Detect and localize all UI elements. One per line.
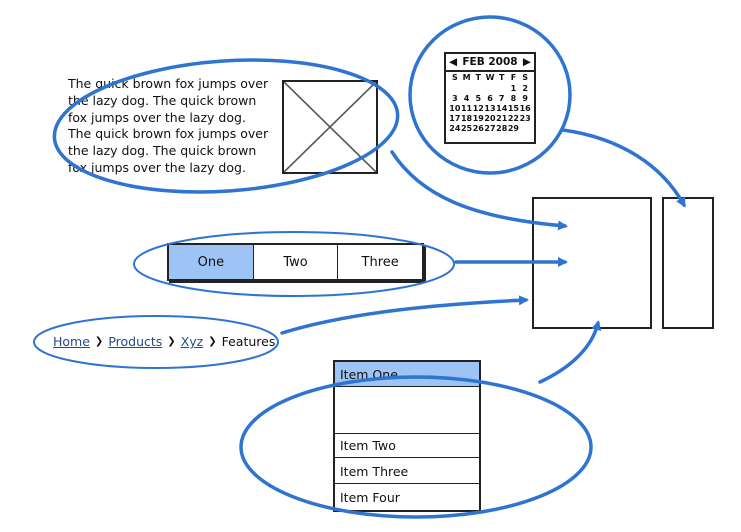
highlight-ellipse-paragraph	[52, 58, 400, 194]
arrow-list-to-panel	[538, 320, 602, 384]
annotation-overlay	[33, 15, 686, 519]
highlight-ellipse-list	[239, 375, 593, 519]
highlight-ellipse-breadcrumb	[33, 315, 279, 369]
highlight-circle-calendar	[408, 15, 572, 175]
arrow-calendar-to-narrow-panel	[561, 128, 686, 208]
arrow-breadcrumb-to-panel	[280, 295, 529, 335]
arrow-paragraph-to-panel	[390, 150, 568, 231]
highlight-ellipse-tabs	[133, 231, 455, 297]
